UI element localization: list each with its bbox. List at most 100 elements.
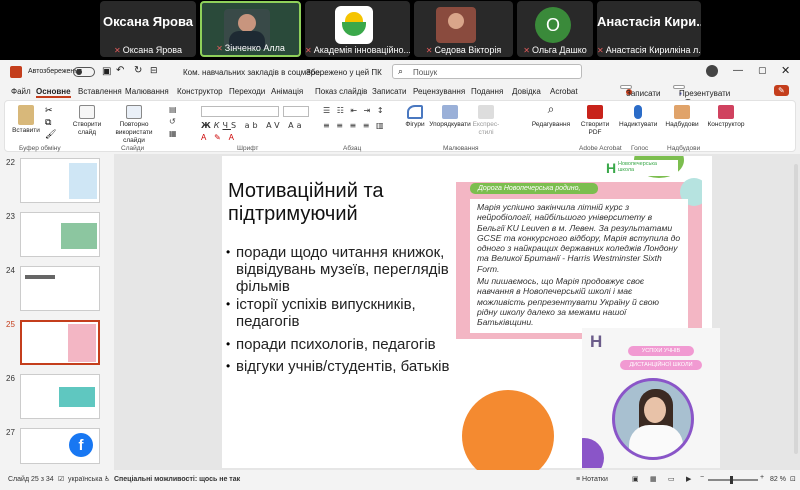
notes-button[interactable]: ≡ Нотатки [576, 476, 608, 483]
tab-review[interactable]: Рецензування [413, 87, 465, 96]
pdf-icon [587, 105, 603, 119]
group-voice: Голос [631, 145, 649, 152]
participant-tile[interactable]: ✕ Академія інноваційно... [305, 1, 410, 57]
undo-icon[interactable]: ↶ [116, 65, 124, 76]
tab-transitions[interactable]: Переходи [229, 87, 265, 96]
zoom-out-icon[interactable]: − [700, 474, 704, 481]
quick-styles-button[interactable]: Експрес-стилі [471, 105, 501, 137]
thumbnail-slide-22[interactable] [20, 158, 100, 203]
maximize-icon[interactable]: ▢ [758, 65, 767, 76]
designer-button[interactable]: Конструктор [705, 105, 747, 129]
thumb-number-active: 25 [6, 320, 15, 329]
close-icon[interactable]: ✕ [781, 64, 790, 77]
view-reading-icon[interactable]: ▭ [668, 475, 675, 483]
slide-counter: Слайд 25 з 34 [8, 476, 54, 483]
slideshow-icon[interactable]: ▶ [686, 475, 691, 483]
save-icon[interactable]: ▣ [102, 66, 111, 77]
participant-tile-speaking[interactable]: ✕ Зінченко Алла [200, 1, 301, 57]
paste-button[interactable]: Вставити [11, 105, 41, 135]
tab-view[interactable]: Подання [471, 87, 503, 96]
tab-design[interactable]: Конструктор [177, 87, 223, 96]
language-status[interactable]: українська [68, 476, 102, 483]
format-painter-icon[interactable]: 🖌 [45, 129, 56, 140]
powerpoint-window: Автозбереження ▣ ↶ ↻ ⊟ Ком. навчальних з… [0, 60, 800, 490]
zoom-in-icon[interactable]: + [760, 474, 764, 481]
cut-icon[interactable]: ✂ [45, 105, 53, 116]
microphone-icon [634, 105, 642, 119]
shapes-button[interactable]: Фігури [403, 105, 427, 129]
participant-tile[interactable]: Оксана Ярова ✕ Оксана Ярова [100, 1, 196, 57]
slide: Мотиваційний та підтримуючий • поради щод… [222, 156, 720, 482]
tab-acrobat[interactable]: Acrobat [550, 87, 578, 96]
redo-icon[interactable]: ↻ [134, 65, 142, 76]
autosave-toggle[interactable] [73, 67, 95, 77]
font-size-select[interactable] [283, 106, 309, 117]
success-tag: УСПІХИ УЧНІВ [628, 346, 694, 356]
user-avatar[interactable] [706, 65, 718, 77]
spellcheck-icon[interactable]: ☑ [58, 475, 64, 483]
dictate-button[interactable]: Надиктувати [619, 105, 657, 129]
thumbnail-slide-23[interactable] [20, 212, 100, 257]
comments-icon[interactable]: ✎ [774, 85, 789, 96]
search-box[interactable]: ⌕ Пошук [392, 64, 582, 79]
arrange-button[interactable]: Упорядкувати [429, 105, 471, 129]
minimize-icon[interactable]: — [733, 65, 743, 76]
scrollbar[interactable] [794, 164, 798, 454]
create-pdf-button[interactable]: Створити PDF [577, 105, 613, 137]
paragraph-icons[interactable]: ☰ ☷ ⇤ ⇥ ↕ [323, 106, 386, 115]
bullet-item: • відгуки учнів/студентів, батьків [226, 358, 450, 375]
tab-slideshow[interactable]: Показ слайдів [315, 87, 367, 96]
thumbnail-slide-26[interactable] [20, 374, 100, 419]
present-teams-button[interactable]: ▪Презентувати в Teams [673, 85, 730, 107]
letter-paragraph: Ми пишаємось, що Марія продовжує своє на… [477, 276, 659, 328]
tab-help[interactable]: Довідка [512, 87, 541, 96]
reuse-slides-button[interactable]: Повторно використати слайди [105, 105, 163, 145]
view-sorter-icon[interactable]: ▦ [650, 475, 657, 483]
thumb-number: 22 [6, 158, 15, 167]
addins-button[interactable]: Надбудови [665, 105, 699, 129]
align-icons[interactable]: ≡ ≡ ≡ ≡ ▥ [323, 121, 386, 130]
bullet-item: • поради психологів, педагогів [226, 336, 436, 353]
zoom-level[interactable]: 82 % [770, 476, 786, 483]
new-slide-button[interactable]: Створити слайд [71, 105, 103, 137]
participant-tile[interactable]: ✕ Седова Вікторія [414, 1, 513, 57]
fit-slide-icon[interactable]: ⊡ [790, 475, 796, 483]
thumbnail-slide-27[interactable]: f [20, 428, 100, 464]
accessibility-icon[interactable]: ♿ [104, 475, 110, 483]
record-button[interactable]: Записати [620, 85, 661, 98]
copy-icon[interactable]: ⧉ [45, 117, 51, 128]
view-normal-icon[interactable]: ▣ [632, 475, 639, 483]
font-family-select[interactable] [201, 106, 279, 117]
tab-record[interactable]: Записати [372, 87, 407, 96]
tab-draw[interactable]: Малювання [125, 87, 169, 96]
section-icon[interactable]: ▦ [169, 129, 177, 138]
editing-button[interactable]: ⌕ Редагування [529, 103, 573, 129]
slide-thumbnails: 22 23 24 25 26 27 f [0, 154, 112, 470]
tab-home[interactable]: Основне [36, 87, 71, 98]
group-acrobat: Adobe Acrobat [579, 145, 622, 152]
quick-access-icon[interactable]: ⊟ [150, 65, 158, 76]
tab-insert[interactable]: Вставлення [78, 87, 122, 96]
font-format-icons[interactable]: ЖКЧS ab AV Aa [201, 121, 304, 130]
slide-title[interactable]: Мотиваційний та підтримуючий [228, 180, 458, 226]
participant-name-large: Оксана Ярова [102, 14, 194, 29]
font-color-icon[interactable]: A ✎ A [201, 133, 237, 142]
participant-tile[interactable]: O ✕ Ольга Дашко [517, 1, 593, 57]
reset-icon[interactable]: ↺ [169, 117, 176, 126]
shapes-icon [407, 105, 423, 119]
thumbnail-slide-24[interactable] [20, 266, 100, 311]
tab-file[interactable]: Файл [11, 87, 31, 96]
bullet-list[interactable]: • поради щодо читання книжок, відвідувань… [226, 244, 456, 380]
student-photo-card: H УСПІХИ УЧНІВ ДИСТАНЦІЙНОЇ ШКОЛИ [582, 328, 720, 468]
zoom-slider[interactable] [708, 476, 758, 484]
tab-animations[interactable]: Анімація [271, 87, 303, 96]
layout-icon[interactable]: ▤ [169, 105, 177, 114]
thumbnail-slide-25-active[interactable] [20, 320, 100, 365]
thumb-number: 24 [6, 266, 15, 275]
powerpoint-logo-icon [10, 66, 22, 78]
save-status[interactable]: Збережено у цей ПК [306, 68, 382, 77]
accessibility-status[interactable]: Спеціальні можливості: щось не так [114, 476, 240, 483]
participant-tile[interactable]: Анастасія Кири... ✕ Анастасія Кирилкіна л… [597, 1, 701, 57]
document-title[interactable]: Ком. навчальних закладів в соцмере... [183, 68, 326, 77]
mic-off-icon: ✕ [305, 46, 312, 55]
